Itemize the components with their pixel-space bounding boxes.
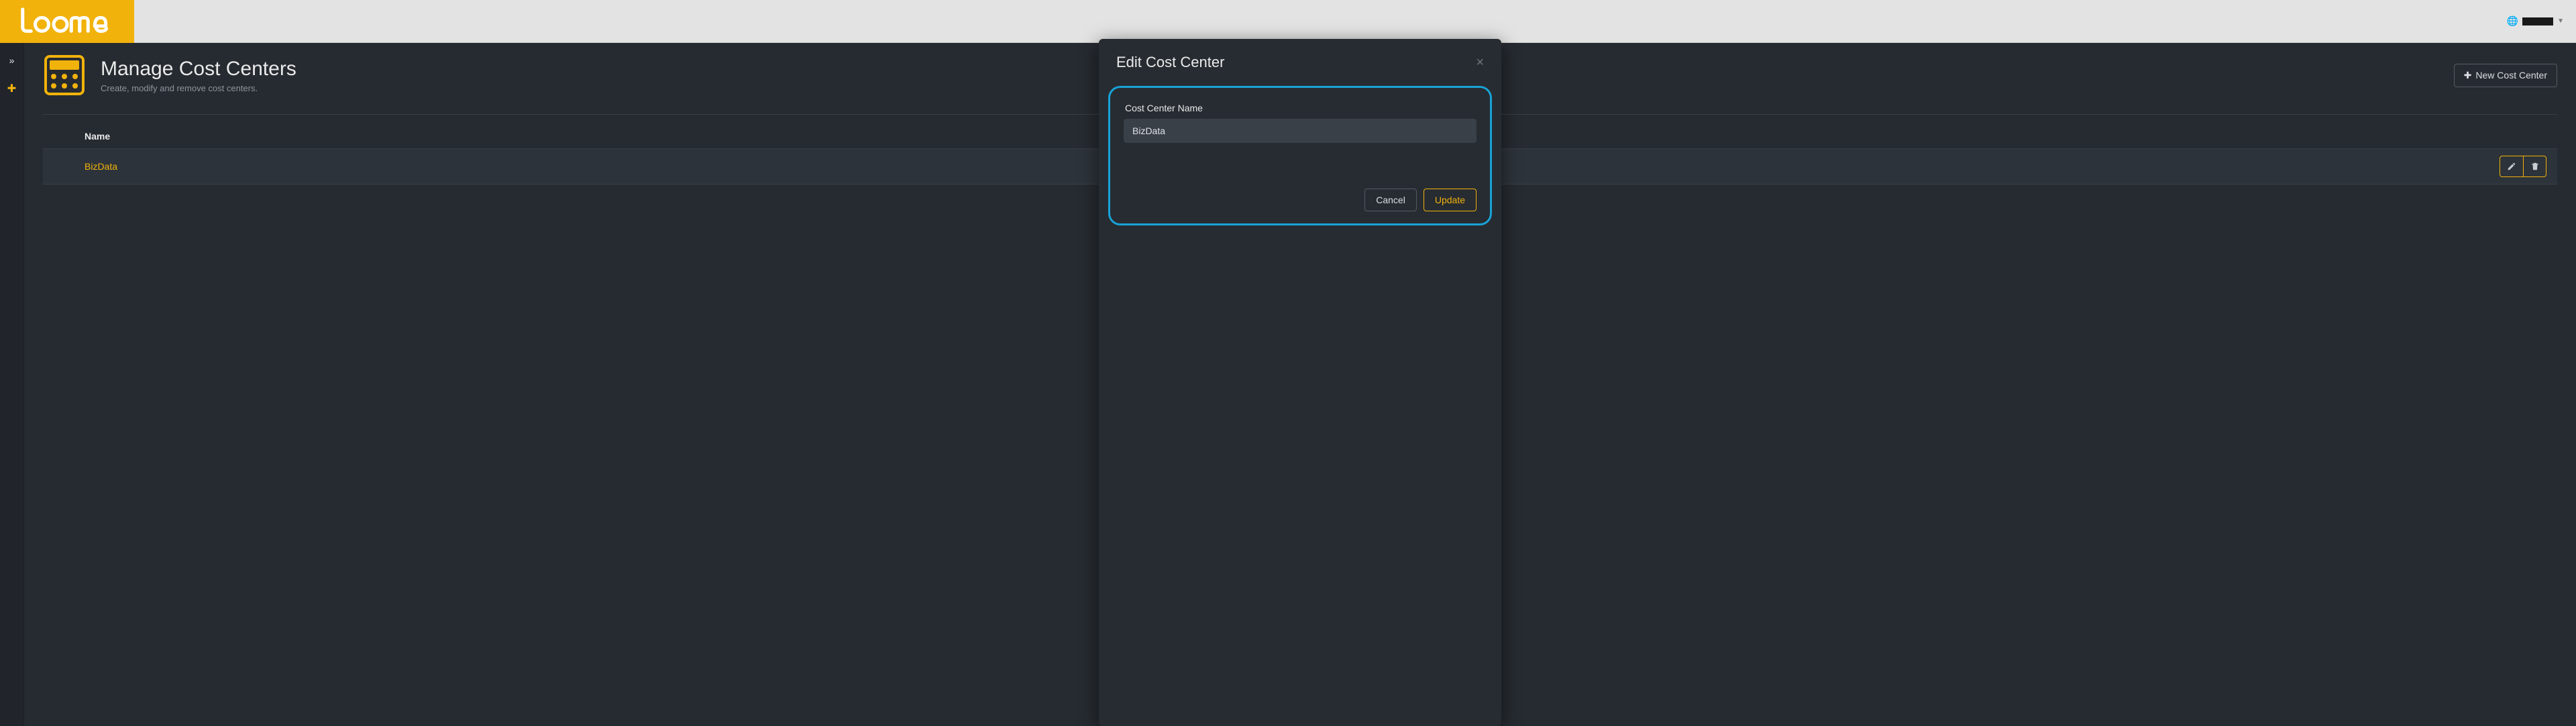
close-icon: ×	[1476, 55, 1484, 70]
user-menu[interactable]: 🌐 ▼	[2495, 0, 2576, 42]
cost-center-name-label: Cost Center Name	[1124, 103, 1477, 113]
delete-row-button[interactable]	[2523, 156, 2546, 176]
main-content: Manage Cost Centers Create, modify and r…	[24, 43, 2576, 726]
calculator-icon	[43, 54, 86, 97]
new-cost-center-button[interactable]: ✚ New Cost Center	[2454, 64, 2557, 87]
edit-cost-center-modal: Edit Cost Center × Cost Center Name Canc…	[1099, 39, 1501, 726]
modal-body: Cost Center Name Cancel Update	[1108, 86, 1492, 225]
user-name-redacted	[2522, 17, 2553, 25]
caret-down-icon: ▼	[2557, 17, 2564, 25]
modal-footer: Cancel Update	[1124, 143, 1477, 211]
brand-logo[interactable]	[0, 0, 134, 43]
loome-logo-icon	[17, 7, 117, 36]
page-subtitle: Create, modify and remove cost centers.	[101, 83, 297, 93]
top-bar: 🌐 ▼	[0, 0, 2576, 43]
update-button[interactable]: Update	[1424, 189, 1477, 211]
plus-icon: ✚	[2464, 70, 2472, 81]
cost-center-link[interactable]: BizData	[85, 161, 117, 172]
cost-center-name-input[interactable]	[1124, 119, 1477, 143]
cancel-button[interactable]: Cancel	[1364, 189, 1417, 211]
edit-icon	[2507, 162, 2516, 171]
globe-icon: 🌐	[2507, 15, 2518, 27]
new-cost-center-label: New Cost Center	[2475, 70, 2547, 81]
row-actions	[2500, 156, 2546, 177]
modal-header: Edit Cost Center ×	[1099, 39, 1501, 86]
sidebar-collapsed: » ✚	[0, 43, 24, 726]
modal-title: Edit Cost Center	[1116, 54, 1224, 71]
expand-sidebar-icon[interactable]: »	[9, 55, 15, 66]
trash-icon	[2530, 162, 2540, 171]
page-title: Manage Cost Centers	[101, 58, 297, 81]
modal-close-button[interactable]: ×	[1476, 55, 1484, 70]
add-icon[interactable]: ✚	[7, 82, 16, 95]
edit-row-button[interactable]	[2500, 156, 2523, 176]
